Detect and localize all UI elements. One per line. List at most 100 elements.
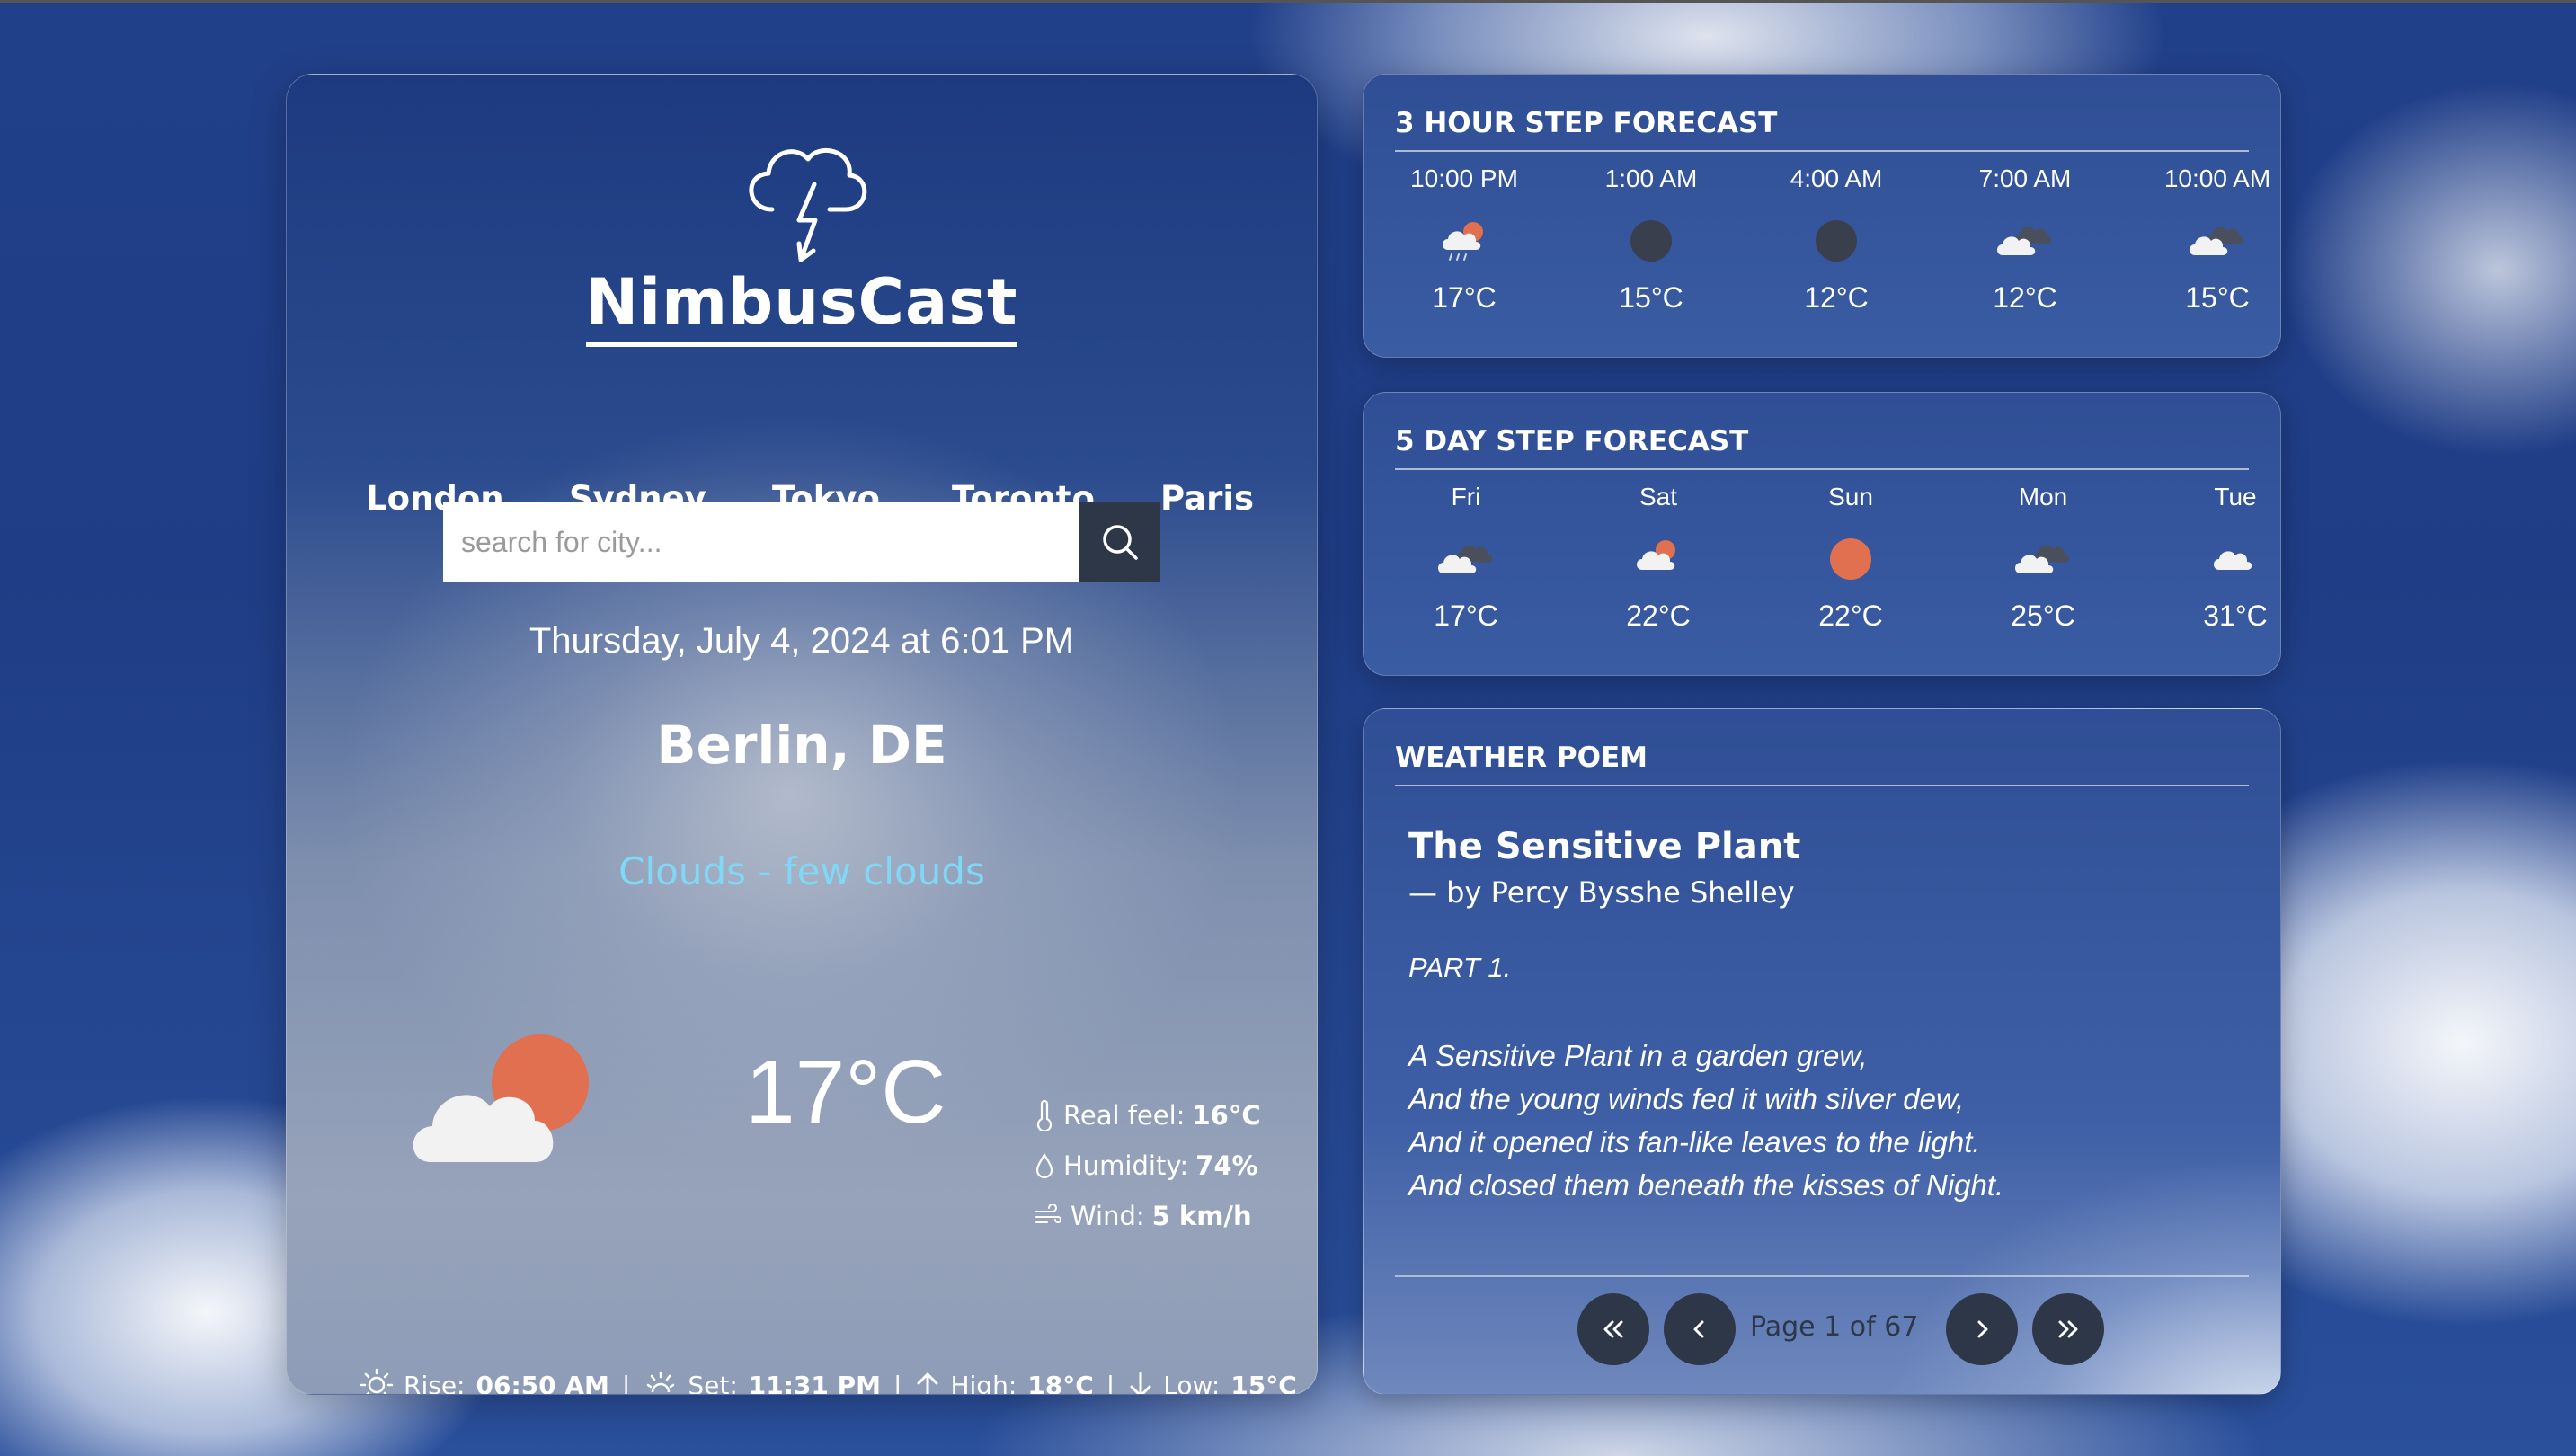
hourly-temp: 12°C (1804, 281, 1869, 314)
daily-forecast-list: Fri 17°C Sat 22°C Sun 22°C Mon 25°C Tue … (1381, 483, 2268, 662)
daily-item: Tue 31°C (2145, 483, 2325, 633)
daily-temp: 22°C (1626, 599, 1691, 632)
current-location: Berlin, DE (656, 715, 947, 776)
daily-day: Fri (1451, 483, 1481, 510)
current-temperature: 17°C (745, 1042, 946, 1142)
daily-item: Mon 25°C (1953, 483, 2133, 633)
separator: | (893, 1370, 902, 1395)
sunset-label: Set: (688, 1370, 738, 1395)
hourly-item: 1:00 AM 15°C (1561, 164, 1741, 315)
humidity-row: Humidity: 74% (1035, 1141, 1261, 1191)
daily-day: Sun (1828, 483, 1873, 510)
few-clouds-icon (413, 1034, 589, 1162)
clear-sun-icon (1830, 538, 1871, 580)
poem-body: A Sensitive Plant in a garden grew, And … (1408, 1034, 2003, 1207)
hourly-item: 10:00 PM 17°C (1374, 164, 1554, 315)
humidity-label: Humidity: (1063, 1150, 1189, 1181)
chevron-left-icon (1693, 1320, 1704, 1338)
chevron-right-icon (1977, 1320, 1988, 1338)
current-weather-card: NimbusCast London Sydney Tokyo Toronto P… (286, 74, 1318, 1395)
daily-item: Fri 17°C (1376, 483, 1556, 633)
high-value: 18°C (1027, 1370, 1094, 1395)
poem-title: The Sensitive Plant (1408, 826, 1801, 867)
real-feel-row: Real feel: 16°C (1035, 1090, 1261, 1141)
current-condition: Clouds - few clouds (618, 849, 985, 893)
hourly-time: 1:00 AM (1604, 164, 1698, 192)
last-page-button[interactable] (2032, 1293, 2104, 1365)
high-label: High: (950, 1370, 1017, 1395)
real-feel-value: 16°C (1192, 1100, 1261, 1131)
clear-night-icon (1816, 220, 1857, 262)
city-link-paris[interactable]: Paris (1160, 479, 1254, 518)
poem-line: And closed them beneath the kisses of Ni… (1408, 1168, 2004, 1202)
divider (1395, 1275, 2249, 1277)
cloud-icon (2214, 551, 2252, 570)
droplet-icon (1035, 1152, 1053, 1179)
wind-icon (1035, 1204, 1061, 1223)
poem-author: — by Percy Bysshe Shelley (1408, 875, 1795, 910)
previous-page-button[interactable] (1664, 1293, 1736, 1365)
arrow-up-icon (917, 1372, 938, 1394)
hourly-item: 7:00 AM 12°C (1935, 164, 2115, 315)
poem-part: PART 1. (1408, 952, 1512, 983)
broken-clouds-icon (1438, 545, 1493, 573)
arrow-down-icon (1130, 1372, 1151, 1394)
low-label: Low: (1163, 1370, 1221, 1395)
thermometer-icon (1036, 1100, 1053, 1131)
search-button[interactable] (1079, 502, 1160, 582)
hourly-time: 10:00 PM (1410, 164, 1518, 192)
daily-temp: 25°C (2011, 599, 2075, 632)
humidity-value: 74% (1195, 1150, 1258, 1181)
sunset-icon (647, 1371, 675, 1393)
daily-temp: 31°C (2203, 599, 2268, 632)
app-title: NimbusCast (287, 263, 1317, 347)
sunrise-icon (360, 1368, 394, 1394)
hourly-forecast-list: 10:00 PM 17°C 1:00 AM 15°C 4:00 AM 12°C … (1381, 164, 2270, 344)
top-border (0, 0, 2576, 3)
hourly-temp: 17°C (1432, 281, 1497, 314)
real-feel-label: Real feel: (1063, 1100, 1186, 1131)
hourly-item: 10:00 AM 15°C (2127, 164, 2307, 315)
poem-section-title: WEATHER POEM (1395, 741, 2249, 786)
hourly-temp: 15°C (2185, 281, 2250, 314)
daily-item: Sat 22°C (1568, 483, 1748, 633)
daily-temp: 22°C (1818, 599, 1883, 632)
separator: | (621, 1370, 631, 1395)
broken-clouds-icon (1997, 226, 2052, 255)
search-icon (1103, 525, 1138, 560)
hourly-item: 4:00 AM 12°C (1746, 164, 1926, 315)
poem-line: And the young winds fed it with silver d… (1408, 1082, 1965, 1115)
poem-pagination: Page 1 of 67 (1364, 1293, 2280, 1365)
weather-details: Real feel: 16°C Humidity: 74% Wind: 5 km… (1035, 1090, 1261, 1241)
sun-temp-summary: Rise: 06:50 AM | Set: 11:31 PM | High: 1… (359, 1367, 1297, 1395)
hourly-temp: 12°C (1993, 281, 2057, 314)
current-datetime: Thursday, July 4, 2024 at 6:01 PM (529, 621, 1075, 661)
double-chevron-left-icon (1603, 1320, 1623, 1338)
low-value: 15°C (1230, 1370, 1297, 1395)
hourly-time: 7:00 AM (1978, 164, 2072, 192)
sunrise-value: 06:50 AM (475, 1370, 609, 1395)
weather-poem-panel: WEATHER POEM The Sensitive Plant — by Pe… (1363, 708, 2281, 1395)
poem-line: A Sensitive Plant in a garden grew, (1408, 1039, 1868, 1072)
separator: | (1106, 1370, 1115, 1395)
storm-cloud-icon (749, 147, 867, 262)
sunset-value: 11:31 PM (748, 1370, 882, 1395)
next-page-button[interactable] (1946, 1293, 2018, 1365)
first-page-button[interactable] (1577, 1293, 1649, 1365)
poem-line: And it opened its fan-like leaves to the… (1408, 1125, 1981, 1159)
daily-day: Tue (2214, 483, 2257, 510)
rain-sun-icon (1443, 222, 1483, 261)
broken-clouds-icon (2190, 226, 2244, 255)
clear-night-icon (1630, 220, 1672, 262)
double-chevron-right-icon (2058, 1320, 2078, 1338)
sunrise-label: Rise: (404, 1370, 466, 1395)
daily-item: Sun 22°C (1761, 483, 1941, 633)
hourly-forecast-title: 3 HOUR STEP FORECAST (1395, 107, 2249, 152)
hourly-temp: 15°C (1619, 281, 1683, 314)
daily-day: Mon (2018, 483, 2068, 510)
hourly-time: 10:00 AM (2163, 164, 2271, 192)
daily-forecast-panel: 5 DAY STEP FORECAST Fri 17°C Sat 22°C Su… (1363, 392, 2281, 676)
few-clouds-icon (1637, 540, 1675, 570)
search-input[interactable] (443, 502, 1079, 582)
daily-forecast-title: 5 DAY STEP FORECAST (1395, 425, 2249, 470)
